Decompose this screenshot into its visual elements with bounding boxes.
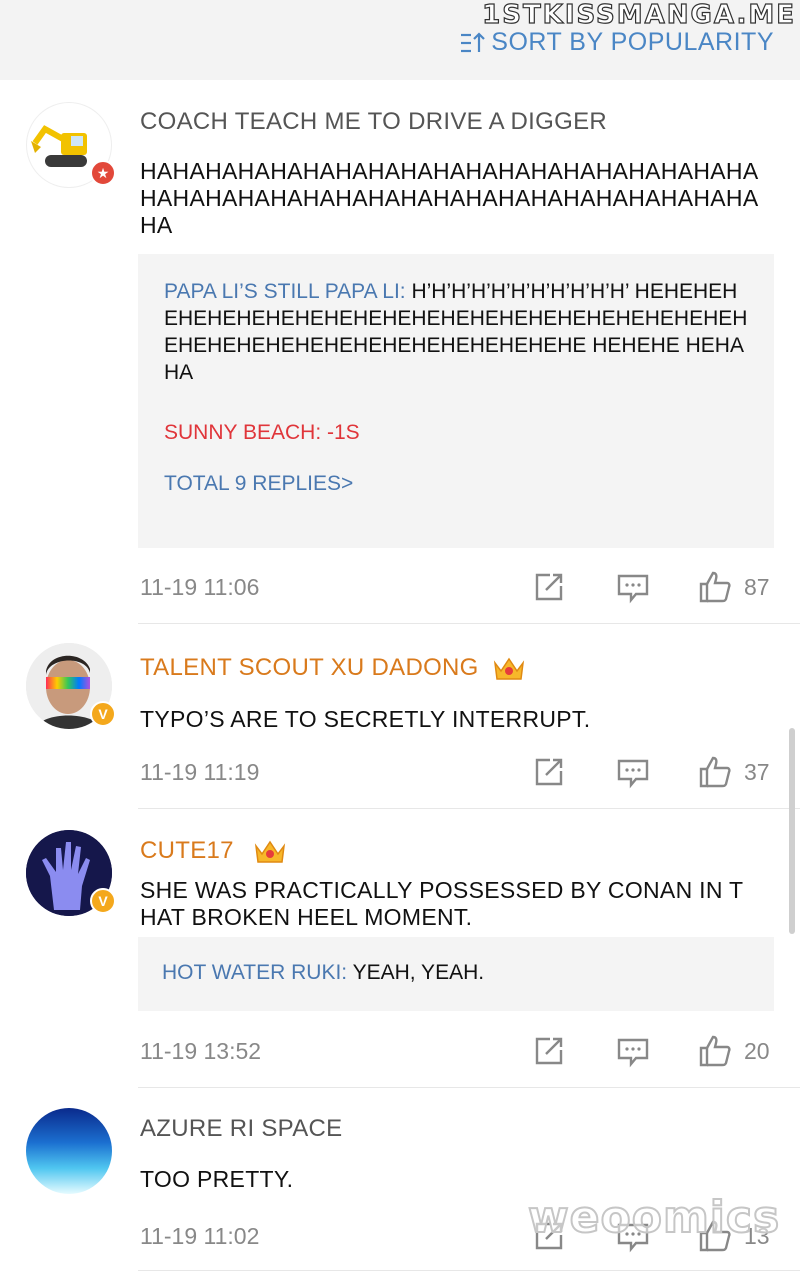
reply-author[interactable]: SUNNY BEACH: -1S bbox=[164, 421, 360, 444]
reply-item: HOT WATER RUKI: YEAH, YEAH. bbox=[162, 959, 750, 986]
scrollbar[interactable] bbox=[789, 728, 795, 934]
sort-icon bbox=[461, 31, 486, 52]
comment-icon bbox=[617, 759, 649, 789]
total-replies-link[interactable]: TOTAL 9 REPLIES> bbox=[164, 470, 748, 497]
comment-meta: 11-19 11:19 37 bbox=[140, 752, 774, 792]
reply-box[interactable]: HOT WATER RUKI: YEAH, YEAH. bbox=[138, 937, 774, 1011]
reply-box[interactable]: PAPA LI’S STILL PAPA LI: H’H’H’H’H’H’H’H… bbox=[138, 254, 774, 548]
reply-text: YEAH, YEAH. bbox=[347, 961, 485, 984]
like-count: 20 bbox=[744, 1037, 770, 1064]
divider bbox=[138, 1270, 800, 1271]
reply-item: SUNNY BEACH: -1S bbox=[164, 419, 748, 446]
timestamp: 11-19 11:02 bbox=[140, 1222, 260, 1249]
timestamp: 11-19 11:19 bbox=[140, 758, 260, 785]
reply-author[interactable]: PAPA LI’S STILL PAPA LI: bbox=[164, 280, 406, 303]
comment-meta: 11-19 13:52 20 bbox=[140, 1031, 774, 1071]
weoomics-watermark: weoomics bbox=[527, 1191, 781, 1244]
share-icon bbox=[535, 573, 563, 601]
shield-badge-icon: ★ bbox=[90, 160, 116, 186]
username[interactable]: CUTE17 bbox=[140, 836, 288, 866]
divider bbox=[138, 623, 800, 624]
comment-icon bbox=[617, 574, 649, 604]
avatar[interactable]: V bbox=[26, 643, 116, 729]
reply-button[interactable] bbox=[616, 570, 650, 604]
comment-icon bbox=[617, 1038, 649, 1068]
comment-text: SHE WAS PRACTICALLY POSSESSED BY CONAN I… bbox=[140, 877, 744, 930]
verified-badge-icon: V bbox=[90, 701, 116, 727]
share-button[interactable] bbox=[532, 1034, 566, 1068]
like-count: 37 bbox=[744, 758, 770, 785]
comment-text: TYPO’S ARE TO SECRETLY INTERRUPT. bbox=[140, 706, 591, 732]
username[interactable]: TALENT SCOUT XU DADONG bbox=[140, 653, 527, 683]
username-text: TALENT SCOUT XU DADONG bbox=[140, 654, 479, 681]
username[interactable]: COACH TEACH ME TO DRIVE A DIGGER bbox=[140, 108, 607, 136]
verified-badge-icon: V bbox=[90, 888, 116, 914]
comment-text: HAHAHAHAHAHAHAHAHAHAHAHAHAHAHAHAHAHAHAHA… bbox=[140, 158, 759, 238]
share-button[interactable] bbox=[532, 755, 566, 789]
thumbs-up-icon bbox=[699, 571, 731, 603]
like-button[interactable]: 20 bbox=[698, 1034, 774, 1068]
username[interactable]: AZURE RI SPACE bbox=[140, 1115, 342, 1143]
comment-text: TOO PRETTY. bbox=[140, 1166, 294, 1192]
divider bbox=[138, 808, 800, 809]
divider bbox=[138, 1087, 800, 1088]
like-button[interactable]: 37 bbox=[698, 755, 774, 789]
crown-icon bbox=[493, 657, 524, 680]
crown-icon bbox=[254, 840, 285, 863]
reply-button[interactable] bbox=[616, 755, 650, 789]
avatar[interactable]: V bbox=[26, 830, 116, 916]
timestamp: 11-19 13:52 bbox=[140, 1037, 262, 1064]
like-button[interactable]: 87 bbox=[698, 570, 774, 604]
site-watermark: 1STKISSMANGA.ME bbox=[482, 0, 796, 31]
like-count: 87 bbox=[744, 573, 770, 600]
reply-item: PAPA LI’S STILL PAPA LI: H’H’H’H’H’H’H’H… bbox=[164, 278, 748, 386]
thumbs-up-icon bbox=[699, 756, 731, 788]
sort-label: SORT BY POPULARITY bbox=[491, 28, 774, 56]
gradient-avatar bbox=[26, 1108, 112, 1194]
share-button[interactable] bbox=[532, 570, 566, 604]
avatar[interactable]: ★ bbox=[26, 102, 116, 188]
thumbs-up-icon bbox=[699, 1035, 731, 1067]
timestamp: 11-19 11:06 bbox=[140, 573, 260, 600]
reply-button[interactable] bbox=[616, 1034, 650, 1068]
share-icon bbox=[535, 1037, 563, 1065]
sort-button[interactable]: SORT BY POPULARITY bbox=[459, 28, 774, 57]
username-text: CUTE17 bbox=[140, 837, 234, 864]
reply-author[interactable]: HOT WATER RUKI: bbox=[162, 961, 347, 984]
share-icon bbox=[535, 758, 563, 786]
avatar[interactable] bbox=[26, 1108, 112, 1194]
comment-meta: 11-19 11:06 87 bbox=[140, 567, 774, 607]
